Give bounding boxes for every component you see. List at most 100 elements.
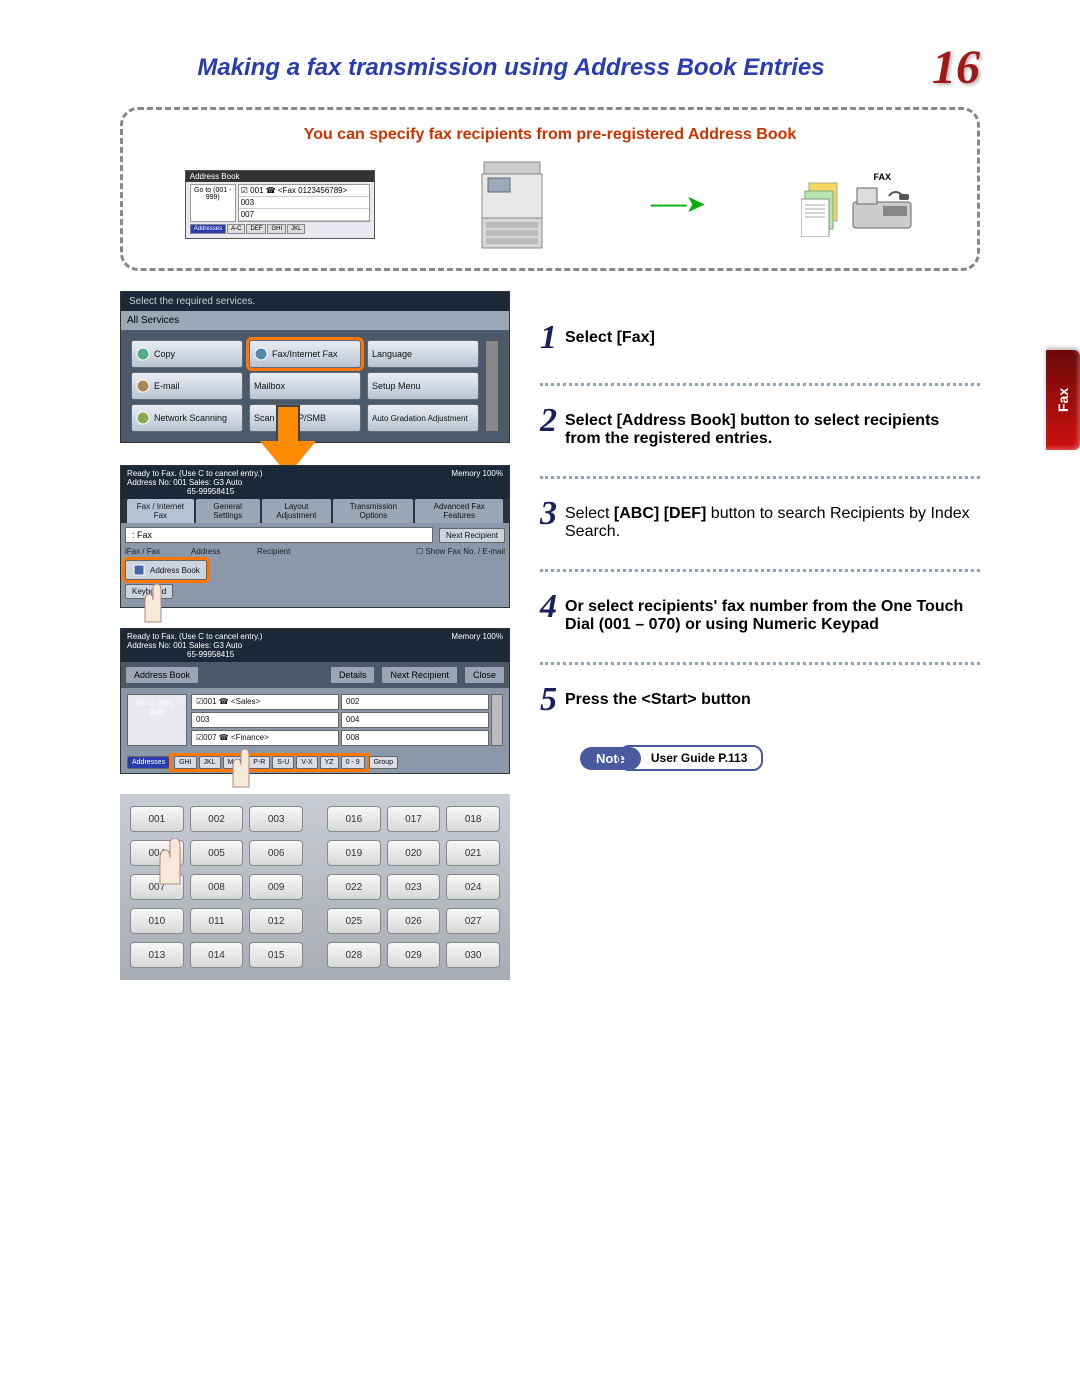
filter-highlight: GHI JKL M-O P-R S-U V-X YZ 0 - 9 <box>172 756 367 769</box>
documents-icon <box>801 179 845 237</box>
keypad-button[interactable]: 006 <box>249 840 303 866</box>
ready-status: Ready to Fax. (Use C to cancel entry.) A… <box>127 632 262 659</box>
svc-setup-button[interactable]: Setup Menu <box>367 372 479 400</box>
copier-icon <box>472 154 552 254</box>
pointing-hand-icon <box>146 838 184 888</box>
keypad-button[interactable]: 012 <box>249 908 303 934</box>
next-recipient-button[interactable]: Next Recipient <box>381 666 458 684</box>
filter-su[interactable]: S-U <box>272 756 294 769</box>
filter-jkl[interactable]: JKL <box>199 756 221 769</box>
keypad-button[interactable]: 008 <box>190 874 244 900</box>
show-fax-checkbox[interactable]: Show Fax No. / E-mail <box>425 547 505 556</box>
email-icon <box>136 379 150 393</box>
keypad-button[interactable]: 005 <box>190 840 244 866</box>
filter-group[interactable]: Group <box>369 756 398 769</box>
list-item[interactable]: ☑001 ☎ <Sales> <box>191 694 339 710</box>
step-4: 4 Or select recipients' fax number from … <box>540 590 980 634</box>
keypad-button[interactable]: 010 <box>130 908 184 934</box>
keypad-button[interactable]: 001 <box>130 806 184 832</box>
list-item[interactable]: ☑007 ☎ <Finance> <box>191 730 339 746</box>
list-item[interactable]: 002 <box>341 694 489 710</box>
filter-yz[interactable]: YZ <box>320 756 339 769</box>
step-text: Press the <Start> button <box>565 691 751 708</box>
keypad-button[interactable]: 017 <box>387 806 441 832</box>
mini-goto: Go to (001 - 999) <box>190 184 236 222</box>
scrollbar[interactable] <box>485 340 499 432</box>
keypad-button[interactable]: 024 <box>446 874 500 900</box>
list-item[interactable]: 008 <box>341 730 489 746</box>
memory-status: Memory 100% <box>451 469 503 496</box>
keypad-button[interactable]: 013 <box>130 942 184 968</box>
svc-label: Auto Gradation Adjustment <box>372 414 468 423</box>
col-address: Address <box>191 547 251 556</box>
close-button[interactable]: Close <box>464 666 505 684</box>
keypad-button[interactable]: 026 <box>387 908 441 934</box>
keypad-button[interactable]: 018 <box>446 806 500 832</box>
tab-general[interactable]: General Settings <box>196 499 260 523</box>
tab-layout[interactable]: Layout Adjustment <box>262 499 332 523</box>
step-text: Select [Fax] <box>565 329 655 346</box>
keypad-button[interactable]: 002 <box>190 806 244 832</box>
keypad-button[interactable]: 021 <box>446 840 500 866</box>
address-book-button[interactable]: Address Book <box>125 560 207 580</box>
next-recipient-button[interactable]: Next Recipient <box>439 528 505 543</box>
keypad-button[interactable]: 016 <box>327 806 381 832</box>
svc-mailbox-button[interactable]: Mailbox <box>249 372 361 400</box>
step-1: 1 Select [Fax] <box>540 321 980 355</box>
filter-pr[interactable]: P-R <box>248 756 270 769</box>
page-title: Making a fax transmission using Address … <box>120 54 902 82</box>
services-header: Select the required services. <box>121 292 509 311</box>
scrollbar[interactable] <box>491 694 503 746</box>
svc-language-button[interactable]: Language <box>367 340 479 368</box>
svc-label: Setup Menu <box>372 381 421 391</box>
filter-vx[interactable]: V-X <box>296 756 317 769</box>
svc-copy-button[interactable]: Copy <box>131 340 243 368</box>
memory-status: Memory 100% <box>451 632 503 659</box>
callout-text: You can specify fax recipients from pre-… <box>141 126 959 144</box>
fax-number-field[interactable]: : Fax <box>125 527 433 543</box>
goto-input[interactable]: Go to (001 - 999) <box>127 694 187 746</box>
keypad-button[interactable]: 029 <box>387 942 441 968</box>
pointing-hand-icon <box>133 584 163 624</box>
svc-scan-button[interactable]: Network Scanning <box>131 404 243 432</box>
filter-ghi[interactable]: GHI <box>174 756 196 769</box>
list-item[interactable]: 004 <box>341 712 489 728</box>
keypad-button[interactable]: 022 <box>327 874 381 900</box>
note-text: User Guide P.113 <box>619 745 764 771</box>
keypad-button[interactable]: 015 <box>249 942 303 968</box>
list-item[interactable]: 003 <box>191 712 339 728</box>
keypad-button[interactable]: 020 <box>387 840 441 866</box>
svc-label: Copy <box>154 349 175 359</box>
mini-tab: A-C <box>227 224 245 234</box>
keypad-button[interactable]: 009 <box>249 874 303 900</box>
copy-icon <box>136 347 150 361</box>
step-number: 2 <box>540 404 557 438</box>
dashed-arrow-icon: ------➤ <box>650 190 704 219</box>
keypad-button[interactable]: 014 <box>190 942 244 968</box>
filter-09[interactable]: 0 - 9 <box>341 756 365 769</box>
keypad-button[interactable]: 003 <box>249 806 303 832</box>
tab-fax[interactable]: Fax / Internet Fax <box>127 499 194 523</box>
keypad-button[interactable]: 028 <box>327 942 381 968</box>
svc-ftp-button[interactable]: Scan to FTP/SMB <box>249 404 361 432</box>
page-number: 16 <box>932 40 980 95</box>
keypad-button[interactable]: 023 <box>387 874 441 900</box>
step-3: 3 Select [ABC] [DEF] button to search Re… <box>540 497 980 541</box>
keypad-button[interactable]: 030 <box>446 942 500 968</box>
divider <box>540 476 980 479</box>
svc-email-button[interactable]: E-mail <box>131 372 243 400</box>
tab-advanced[interactable]: Advanced Fax Features <box>415 499 503 523</box>
filter-addresses[interactable]: Addresses <box>127 756 170 769</box>
svc-gradation-button[interactable]: Auto Gradation Adjustment <box>367 404 479 432</box>
svc-fax-button[interactable]: Fax/Internet Fax <box>249 340 361 368</box>
note: Note User Guide P.113 <box>580 745 980 771</box>
keypad-button[interactable]: 019 <box>327 840 381 866</box>
pointing-hand-icon <box>221 749 251 789</box>
keypad-button[interactable]: 011 <box>190 908 244 934</box>
mini-list: 001 ☎ <Fax 0123456789> 003 007 <box>238 184 370 222</box>
keypad-button[interactable]: 025 <box>327 908 381 934</box>
svc-label: Language <box>372 349 412 359</box>
tab-transmission[interactable]: Transmission Options <box>333 499 413 523</box>
details-button[interactable]: Details <box>330 666 376 684</box>
keypad-button[interactable]: 027 <box>446 908 500 934</box>
